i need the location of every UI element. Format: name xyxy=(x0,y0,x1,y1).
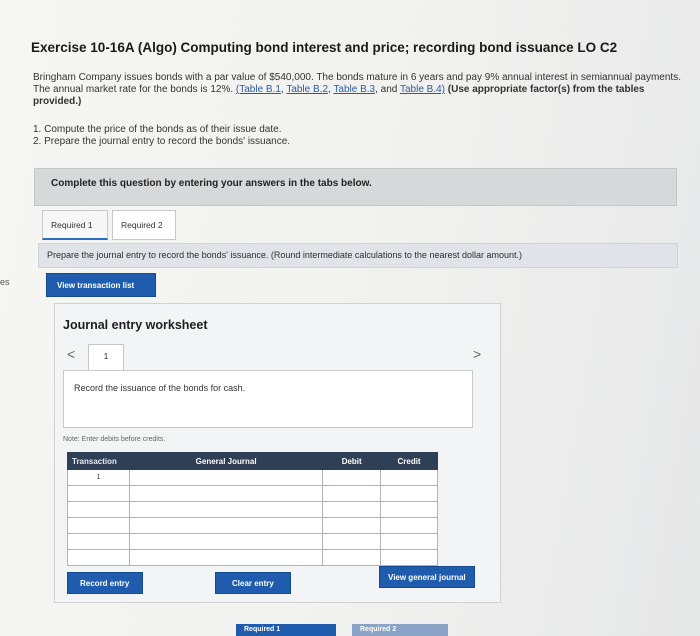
debit-input[interactable] xyxy=(322,501,382,518)
debit-credit-note: Note: Enter debits before credits. xyxy=(63,436,166,443)
table-row xyxy=(67,549,438,566)
credit-input[interactable] xyxy=(380,533,438,550)
chevron-right-icon[interactable]: > xyxy=(473,346,481,362)
record-entry-button[interactable]: Record entry xyxy=(67,572,143,594)
credit-input[interactable] xyxy=(380,485,438,502)
credit-input[interactable] xyxy=(380,469,438,486)
debit-input[interactable] xyxy=(322,517,382,534)
step-2: 2. Prepare the journal entry to record t… xyxy=(33,136,291,147)
debit-input[interactable] xyxy=(322,549,382,566)
col-transaction: Transaction xyxy=(67,452,130,470)
tabs-banner: Complete this question by entering your … xyxy=(34,168,677,206)
table-row xyxy=(67,501,438,518)
question-page: es Exercise 10-16A (Algo) Computing bond… xyxy=(0,0,700,636)
view-general-journal-button[interactable]: View general journal xyxy=(379,566,475,588)
exercise-title: Exercise 10-16A (Algo) Computing bond in… xyxy=(31,40,618,55)
edge-text: es xyxy=(0,277,10,287)
entry-description: Record the issuance of the bonds for cas… xyxy=(74,383,246,393)
bottom-navigation: Required 1 Required 2 xyxy=(236,624,448,636)
general-journal-input[interactable] xyxy=(128,469,324,486)
general-journal-input[interactable] xyxy=(128,533,324,550)
view-transaction-list-button[interactable]: View transaction list xyxy=(46,273,156,297)
general-journal-input[interactable] xyxy=(128,549,324,566)
transaction-cell xyxy=(67,517,130,534)
transaction-cell xyxy=(67,485,130,502)
table-row xyxy=(67,485,438,502)
col-credit: Credit xyxy=(380,452,438,470)
transaction-cell xyxy=(67,549,130,566)
debit-input[interactable] xyxy=(322,533,382,550)
clear-entry-button[interactable]: Clear entry xyxy=(215,572,291,594)
table-row xyxy=(67,517,438,534)
table-b2-link[interactable]: Table B.2 xyxy=(286,84,328,95)
bottom-required-2-button[interactable]: Required 2 xyxy=(352,624,448,636)
worksheet-title: Journal entry worksheet xyxy=(63,318,208,332)
credit-input[interactable] xyxy=(380,549,438,566)
exercise-steps: 1. Compute the price of the bonds as of … xyxy=(33,124,290,148)
bottom-required-1-button[interactable]: Required 1 xyxy=(236,624,336,636)
general-journal-input[interactable] xyxy=(128,501,324,518)
instruction-text: Prepare the journal entry to record the … xyxy=(38,243,678,268)
general-journal-input[interactable] xyxy=(128,517,324,534)
table-b1-link[interactable]: (Table B.1 xyxy=(236,84,281,95)
transaction-cell xyxy=(67,501,130,518)
page-number[interactable]: 1 xyxy=(88,344,124,372)
tab-required-1[interactable]: Required 1 xyxy=(42,210,108,240)
table-row: 1 xyxy=(67,469,438,486)
step-1: 1. Compute the price of the bonds as of … xyxy=(33,124,282,135)
table-b4-link[interactable]: Table B.4) xyxy=(400,84,445,95)
table-row xyxy=(67,533,438,550)
and-text: and xyxy=(380,84,398,95)
debit-input[interactable] xyxy=(322,485,382,502)
transaction-cell: 1 xyxy=(67,469,130,486)
banner-text: Complete this question by entering your … xyxy=(51,178,372,189)
journal-entry-worksheet: Journal entry worksheet < 1 > Record the… xyxy=(54,303,501,603)
credit-input[interactable] xyxy=(380,517,438,534)
exercise-intro: Bringham Company issues bonds with a par… xyxy=(33,72,681,107)
chevron-left-icon[interactable]: < xyxy=(67,346,75,362)
credit-input[interactable] xyxy=(380,501,438,518)
journal-table: Transaction General Journal Debit Credit… xyxy=(67,452,438,566)
table-b3-link[interactable]: Table B.3 xyxy=(333,84,375,95)
entry-description-box: Record the issuance of the bonds for cas… xyxy=(63,370,473,428)
col-debit: Debit xyxy=(322,452,382,470)
col-general-journal: General Journal xyxy=(128,452,324,470)
transaction-cell xyxy=(67,533,130,550)
general-journal-input[interactable] xyxy=(128,485,324,502)
tab-required-2[interactable]: Required 2 xyxy=(112,210,176,240)
debit-input[interactable] xyxy=(322,469,382,486)
